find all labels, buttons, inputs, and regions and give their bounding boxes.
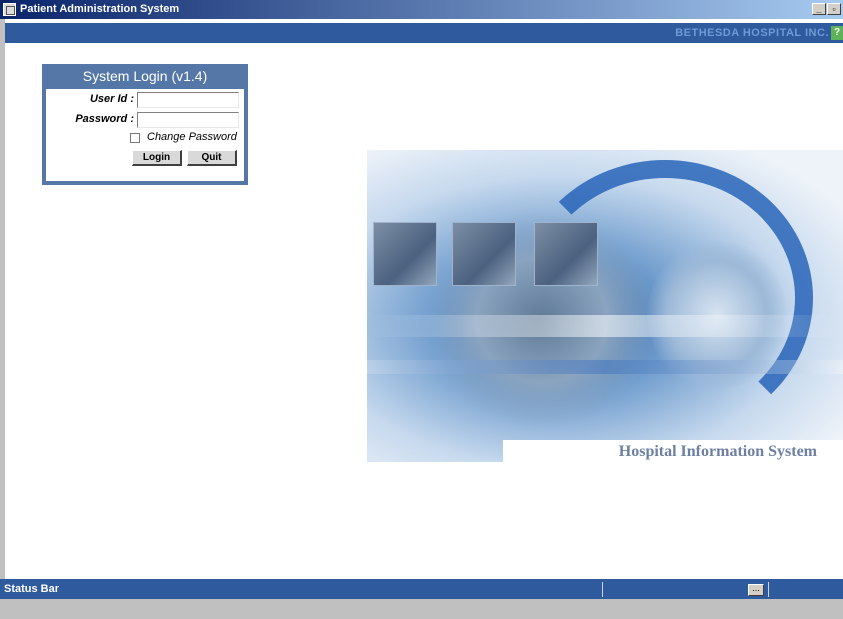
password-input[interactable]	[137, 112, 239, 128]
login-title: System Login (v1.4)	[82, 68, 208, 84]
thumbnail-photo	[534, 222, 598, 286]
company-name: BETHESDA HOSPITAL INC.	[675, 27, 829, 39]
app-icon[interactable]	[3, 3, 16, 16]
header-banner: BETHESDA HOSPITAL INC. ?	[5, 23, 843, 43]
window-title: Patient Administration System	[20, 3, 180, 15]
quit-button[interactable]: Quit	[187, 150, 237, 166]
window-titlebar[interactable]: Patient Administration System _ ▫	[0, 0, 843, 19]
maximize-button[interactable]: ▫	[827, 3, 841, 15]
minimize-button[interactable]: _	[812, 3, 826, 15]
thumbnail-photo	[373, 222, 437, 286]
login-form: User Id : Password : Change Password Log…	[46, 89, 244, 181]
main-frame: BETHESDA HOSPITAL INC. ? System Login (v…	[5, 19, 843, 599]
status-field	[768, 582, 843, 597]
change-password-checkbox[interactable]	[130, 133, 140, 143]
change-password-label[interactable]: Change Password	[147, 131, 237, 143]
status-divider	[602, 582, 603, 597]
light-streak	[367, 315, 843, 337]
light-streak	[367, 360, 843, 374]
password-label: Password :	[75, 113, 134, 125]
login-panel: System Login (v1.4) User Id : Password :…	[42, 64, 248, 185]
slogan-text: Hospital Information System	[618, 443, 817, 460]
status-text: Status Bar	[4, 583, 60, 595]
help-icon[interactable]: ?	[831, 26, 843, 40]
user-id-input[interactable]	[137, 92, 239, 108]
status-bar: Status Bar ...	[0, 579, 843, 599]
user-id-label: User Id :	[89, 93, 134, 105]
status-more-button[interactable]: ...	[748, 584, 764, 596]
login-button[interactable]: Login	[132, 150, 182, 166]
thumbnail-photo	[452, 222, 516, 286]
bottom-strip	[0, 599, 843, 619]
hero-image: Hospital Information System	[367, 150, 843, 462]
